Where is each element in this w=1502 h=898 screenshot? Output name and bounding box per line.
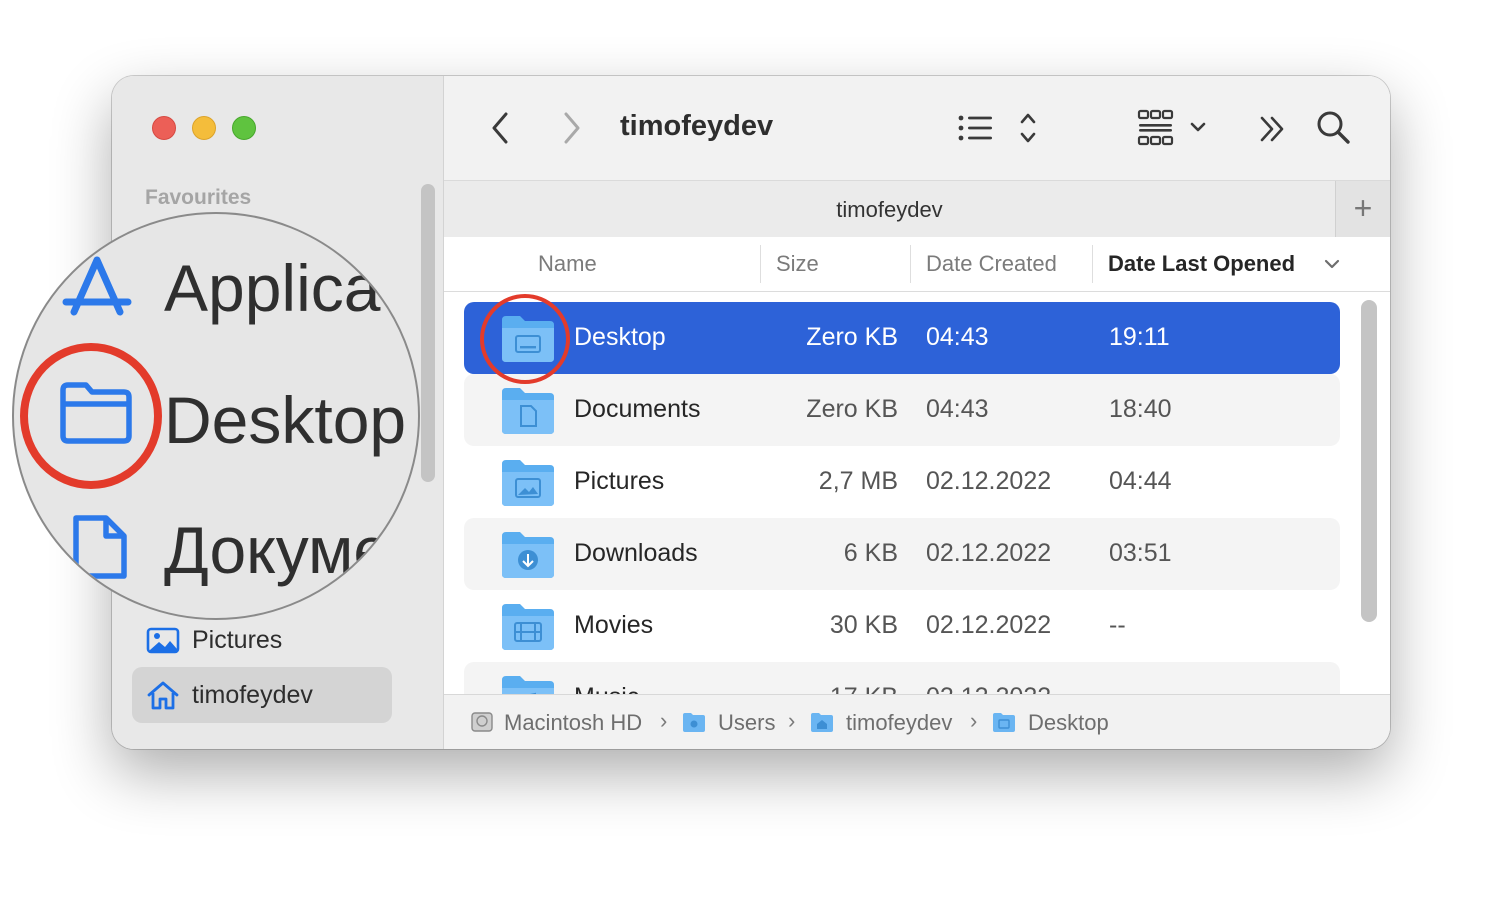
magnifier-icon[interactable]	[1316, 110, 1352, 146]
app-store-icon	[62, 256, 132, 316]
breadcrumb-macintosh-hd[interactable]: Macintosh HD	[504, 710, 642, 736]
row-name: Documents	[574, 395, 701, 423]
row-size: Zero KB	[806, 323, 898, 351]
row-name: Movies	[574, 611, 654, 639]
row-name: Downloads	[574, 539, 698, 567]
row-date-last-opened: --	[1109, 611, 1126, 639]
documents-folder-icon	[502, 388, 554, 434]
sidebar-item-label: Pictures	[192, 626, 283, 654]
column-name[interactable]: Name	[538, 251, 597, 277]
breadcrumb-timofeydev[interactable]: timofeydev	[846, 710, 952, 736]
home-folder-icon	[811, 713, 833, 732]
row-date-last-opened: 18:40	[1109, 395, 1172, 423]
column-divider[interactable]	[760, 245, 761, 283]
users-folder-icon	[683, 713, 705, 732]
window-title: timofeydev	[620, 110, 774, 142]
breadcrumb-separator-icon: ›	[788, 708, 796, 733]
row-date-created: 02.12.2022	[926, 683, 1051, 694]
music-folder-icon	[502, 676, 554, 694]
hard-drive-icon	[471, 712, 493, 732]
row-date-last-opened: 03:51	[1109, 539, 1172, 567]
file-list: Desktop Zero KB 04:43 19:11 Documents Ze…	[444, 292, 1390, 694]
photo-icon	[146, 627, 180, 654]
chevron-right-icon[interactable]	[560, 110, 584, 146]
minimize-window-button[interactable]	[192, 116, 216, 140]
path-bar: Macintosh HD › Users › timofeydev › Desk…	[444, 694, 1390, 749]
row-size: 30 KB	[829, 611, 898, 639]
magnified-label: Applica	[164, 251, 381, 325]
tab-bar: timofeydev +	[444, 180, 1390, 238]
row-date-created: 04:43	[926, 395, 989, 423]
column-size[interactable]: Size	[776, 251, 819, 277]
grid-icon[interactable]	[1136, 108, 1214, 148]
sort-chevron-icon[interactable]	[1324, 257, 1340, 271]
row-date-created: 02.12.2022	[926, 467, 1052, 495]
movies-folder-icon	[502, 604, 554, 650]
row-name: Desktop	[574, 323, 666, 351]
main-pane: timofeydev timofeydev + Name Size Date C…	[444, 76, 1390, 749]
table-row[interactable]: Downloads 6 KB 02.12.2022 03:51	[464, 518, 1340, 590]
row-size: 17 KB	[744, 683, 898, 694]
table-row[interactable]: Desktop Zero KB 04:43 19:11	[464, 302, 1340, 374]
new-tab-button[interactable]: +	[1335, 181, 1390, 237]
list-icon[interactable]	[956, 110, 1042, 146]
pictures-folder-icon	[502, 460, 554, 506]
tab-timofeydev[interactable]: timofeydev	[444, 197, 1335, 223]
highlight-ring	[20, 343, 162, 489]
row-date-created: 02.12.2022	[926, 539, 1052, 567]
magnified-label: Desktop	[164, 383, 407, 457]
row-size: Zero KB	[806, 395, 898, 423]
row-name: Pictures	[574, 467, 665, 495]
chevron-left-icon[interactable]	[488, 110, 512, 146]
column-divider[interactable]	[1092, 245, 1093, 283]
breadcrumb-desktop[interactable]: Desktop	[1028, 710, 1109, 736]
row-date-created: 02.12.2022	[926, 611, 1052, 639]
zoom-window-button[interactable]	[232, 116, 256, 140]
table-row[interactable]: Pictures 2,7 MB 02.12.2022 04:44	[464, 446, 1340, 518]
downloads-folder-icon	[502, 532, 554, 578]
column-date-created[interactable]: Date Created	[926, 251, 1057, 277]
sidebar-item-label: timofeydev	[192, 681, 313, 709]
sidebar-item-timofeydev[interactable]: timofeydev	[132, 667, 392, 723]
breadcrumb-separator-icon: ›	[970, 708, 978, 733]
row-size: 2,7 MB	[818, 467, 898, 495]
row-date-created: 04:43	[926, 323, 989, 351]
toolbar: timofeydev	[444, 76, 1390, 180]
row-date-last-opened: 19:11	[1109, 323, 1170, 351]
row-date-last-opened: --	[1109, 683, 1126, 694]
desktop-folder-icon	[993, 713, 1015, 732]
column-header: Name Size Date Created Date Last Opened	[444, 237, 1390, 292]
table-row[interactable]: Documents Zero KB 04:43 18:40	[464, 374, 1340, 446]
row-date-last-opened: 04:44	[1109, 467, 1172, 495]
sidebar-scrollbar[interactable]	[421, 184, 435, 482]
highlight-ring	[480, 294, 570, 384]
document-icon	[73, 515, 127, 579]
breadcrumb-users[interactable]: Users	[718, 710, 775, 736]
table-row[interactable]: Movies 30 KB 02.12.2022 --	[464, 590, 1340, 662]
magnified-label: Докуме	[164, 513, 391, 587]
sidebar-item-pictures[interactable]: Pictures	[132, 612, 392, 668]
close-window-button[interactable]	[152, 116, 176, 140]
house-icon	[147, 681, 179, 710]
row-size: 6 KB	[843, 539, 898, 567]
file-list-scrollbar[interactable]	[1361, 300, 1377, 622]
row-name: Music	[574, 683, 639, 694]
sidebar-section-title: Favourites	[145, 186, 252, 209]
double-chevron-icon[interactable]	[1258, 114, 1288, 144]
column-date-last-opened[interactable]: Date Last Opened	[1108, 251, 1295, 277]
breadcrumb-separator-icon: ›	[660, 708, 668, 733]
table-row[interactable]: Music 17 KB 02.12.2022 --	[464, 662, 1340, 694]
column-divider[interactable]	[910, 245, 911, 283]
